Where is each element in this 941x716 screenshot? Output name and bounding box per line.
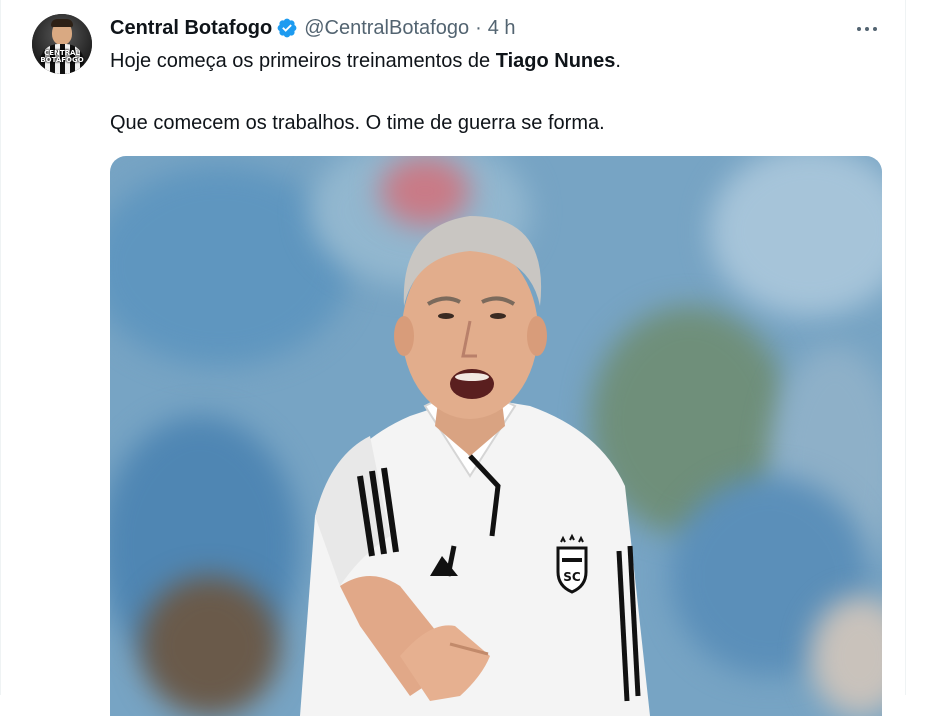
tweet-header: Central Botafogo @CentralBotafogo · 4 h <box>110 14 516 42</box>
more-options-icon[interactable] <box>852 16 882 42</box>
tweet-text-bold-name: Tiago Nunes <box>495 50 616 72</box>
avatar-brand-text: CENTRAL BOTAFOGO <box>40 49 84 64</box>
coach-figure: SC <box>300 216 650 716</box>
tweet-text-line-2: Que comecem os trabalhos. O time de guer… <box>110 112 605 134</box>
author-handle[interactable]: @CentralBotafogo <box>304 17 469 40</box>
header-separator: · <box>475 16 482 39</box>
crest-letters: SC <box>563 570 581 584</box>
tweet-card[interactable]: CENTRAL BOTAFOGO Central Botafogo @Centr… <box>0 0 905 716</box>
timeline-right-border <box>905 0 906 695</box>
verified-badge-icon[interactable] <box>276 17 298 39</box>
tweet-text-line-1: Hoje começa os primeiros treinamentos de… <box>110 48 621 74</box>
tweet-media-photo[interactable]: SC <box>110 156 882 716</box>
tweet-text-suffix: . <box>615 50 621 72</box>
author-avatar[interactable]: CENTRAL BOTAFOGO <box>32 14 92 74</box>
tweet-timestamp[interactable]: 4 h <box>488 17 516 40</box>
author-name[interactable]: Central Botafogo <box>110 17 272 40</box>
tweet-text-prefix: Hoje começa os primeiros treinamentos de <box>110 50 496 72</box>
